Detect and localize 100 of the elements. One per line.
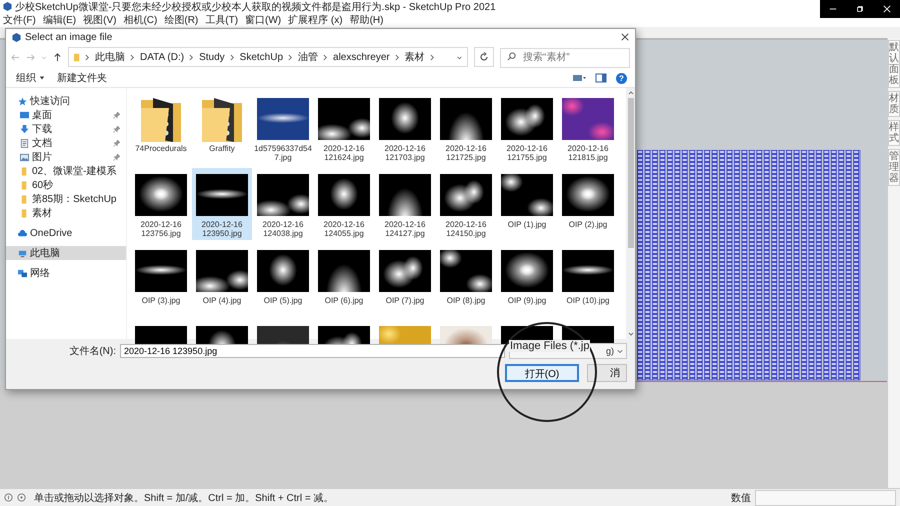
file-item[interactable]: Graffity bbox=[192, 92, 252, 164]
breadcrumb-item[interactable]: SketchUp bbox=[240, 52, 284, 62]
file-item[interactable]: OIP (4).jpg bbox=[192, 244, 252, 316]
pin-icon[interactable] bbox=[113, 126, 120, 132]
menu-item[interactable]: 窗口(W) bbox=[245, 13, 282, 27]
pin-icon[interactable] bbox=[113, 112, 120, 118]
menu-item[interactable]: 绘图(R) bbox=[164, 13, 198, 27]
file-item[interactable]: OIP (7).jpg bbox=[375, 244, 435, 316]
nav-item[interactable]: 第85期：SketchUp bbox=[6, 192, 126, 206]
menu-item[interactable]: 文件(F) bbox=[3, 13, 36, 27]
open-button[interactable]: 打开(O) bbox=[505, 364, 579, 382]
file-name: OIP (3).jpg bbox=[140, 296, 182, 305]
menu-item[interactable]: 视图(V) bbox=[83, 13, 116, 27]
menu-item[interactable]: 相机(C) bbox=[123, 13, 158, 27]
file-name: OIP (8).jpg bbox=[446, 296, 486, 305]
scroll-down-icon[interactable] bbox=[626, 331, 634, 337]
file-name: OIP (2).jpg bbox=[568, 220, 608, 229]
organize-button[interactable]: 组织 bbox=[14, 71, 47, 85]
menu-item[interactable]: 帮助(H) bbox=[350, 13, 384, 27]
nav-item[interactable]: 快速访问 bbox=[6, 94, 126, 108]
file-item[interactable]: OIP (6).jpg bbox=[314, 244, 374, 316]
pin-icon[interactable] bbox=[113, 154, 120, 160]
search-icon bbox=[507, 52, 516, 61]
address-bar[interactable]: 此电脑 DATA (D:) Study SketchUp 油管 alexschreyer 素材 bbox=[68, 47, 468, 67]
preview-pane-icon[interactable] bbox=[594, 73, 608, 83]
nav-item[interactable]: OneDrive bbox=[6, 226, 126, 240]
tray-tab[interactable]: 默认面板 bbox=[888, 40, 900, 88]
nav-item[interactable]: 此电脑 bbox=[6, 246, 126, 260]
nav-label: 图片 bbox=[32, 150, 52, 164]
file-item[interactable]: OIP (8).jpg bbox=[436, 244, 496, 316]
breadcrumb-item[interactable]: Study bbox=[199, 52, 225, 62]
file-item[interactable]: 1d57596337d547.jpg bbox=[253, 92, 313, 164]
breadcrumb-item[interactable]: DATA (D:) bbox=[140, 52, 184, 62]
nav-item[interactable]: 60秒 bbox=[6, 178, 126, 192]
close-icon[interactable] bbox=[621, 33, 629, 41]
hint-icon[interactable] bbox=[4, 493, 13, 502]
help-button[interactable]: ? bbox=[616, 72, 627, 84]
up-arrow-icon[interactable] bbox=[53, 52, 62, 62]
file-item[interactable]: 2020-12-16 123950.jpg bbox=[192, 168, 252, 240]
file-item[interactable]: OIP (3).jpg bbox=[131, 244, 191, 316]
file-item[interactable]: 2020-12-16 124038.jpg bbox=[253, 168, 313, 240]
file-item[interactable]: 2020-12-16 121703.jpg bbox=[375, 92, 435, 164]
nav-item[interactable]: 02、微课堂-建模系 bbox=[6, 164, 126, 178]
nav-item[interactable]: 文档 bbox=[6, 136, 126, 150]
file-item[interactable]: 2020-12-16 121755.jpg bbox=[497, 92, 557, 164]
tray-tab[interactable]: 材质 bbox=[888, 91, 900, 117]
search-field[interactable]: 搜索“素材” bbox=[500, 48, 630, 68]
folder-icon bbox=[74, 52, 80, 62]
file-name: 2020-12-16 124150.jpg bbox=[444, 220, 488, 238]
menu-item[interactable]: 编辑(E) bbox=[42, 13, 76, 27]
value-label: 数值 bbox=[731, 492, 751, 504]
file-item[interactable]: OIP (10).jpg bbox=[558, 244, 618, 316]
breadcrumb-item[interactable]: alexschreyer bbox=[333, 52, 390, 62]
file-name-field[interactable]: 2020-12-16 123950.jpg bbox=[120, 344, 505, 358]
file-item[interactable]: 2020-12-16 121815.jpg bbox=[558, 92, 618, 164]
breadcrumb-item[interactable]: 素材 bbox=[404, 50, 425, 64]
pin-icon[interactable] bbox=[113, 140, 120, 146]
file-item[interactable]: 2020-12-16 124055.jpg bbox=[314, 168, 374, 240]
new-folder-button[interactable]: 新建文件夹 bbox=[55, 71, 109, 85]
nav-item[interactable]: 网络 bbox=[6, 266, 126, 280]
nav-label: OneDrive bbox=[30, 228, 72, 238]
tray-tab[interactable]: 管理器 bbox=[888, 149, 900, 186]
menu-item[interactable]: 工具(T) bbox=[205, 13, 238, 27]
tray-tab[interactable]: 样式 bbox=[888, 120, 900, 146]
breadcrumb-item[interactable]: 油管 bbox=[298, 50, 318, 64]
cancel-button[interactable]: 消 bbox=[587, 364, 627, 382]
chevron-right-icon bbox=[130, 54, 135, 60]
file-item[interactable]: 2020-12-16 124150.jpg bbox=[436, 168, 496, 240]
scroll-up-icon[interactable] bbox=[626, 90, 634, 96]
file-item[interactable]: 2020-12-16 124127.jpg bbox=[375, 168, 435, 240]
breadcrumb-item[interactable]: 此电脑 bbox=[95, 50, 125, 64]
file-item[interactable]: 2020-12-16 121624.jpg bbox=[314, 92, 374, 164]
status-text: 单击或拖动以选择对象。Shift = 加/减。Ctrl = 加。Shift + Ctrl = 减。 bbox=[34, 492, 334, 504]
file-item[interactable]: OIP (2).jpg bbox=[558, 168, 618, 240]
value-field[interactable] bbox=[755, 490, 896, 506]
refresh-button[interactable] bbox=[474, 47, 494, 67]
file-item[interactable]: 2020-12-16 121725.jpg bbox=[436, 92, 496, 164]
file-item[interactable]: OIP (9).jpg bbox=[497, 244, 557, 316]
scrollbar[interactable] bbox=[626, 88, 635, 339]
nav-item[interactable]: 素材 bbox=[6, 206, 126, 220]
file-item[interactable]: 74Procedurals bbox=[131, 92, 191, 164]
nav-label: 02、微课堂-建模系 bbox=[32, 164, 116, 178]
nav-item[interactable]: 下载 bbox=[6, 122, 126, 136]
chevron-down-icon bbox=[617, 348, 623, 354]
nav-item[interactable]: 桌面 bbox=[6, 108, 126, 122]
file-name: OIP (1).jpg bbox=[506, 220, 548, 229]
info-icon[interactable] bbox=[17, 493, 26, 502]
file-item[interactable]: 2020-12-16 123756.jpg bbox=[131, 168, 191, 240]
file-item[interactable]: OIP (5).jpg bbox=[253, 244, 313, 316]
file-item[interactable]: OIP (1).jpg bbox=[497, 168, 557, 240]
view-icon[interactable] bbox=[572, 73, 586, 83]
nav-item[interactable]: 图片 bbox=[6, 150, 126, 164]
file-name: 2020-12-16 124038.jpg bbox=[262, 220, 304, 238]
menu-item[interactable]: 扩展程序 (x) bbox=[288, 13, 343, 27]
restore-icon[interactable] bbox=[856, 5, 864, 13]
file-name: 2020-12-16 121755.jpg bbox=[506, 144, 548, 162]
file-name: OIP (6).jpg bbox=[324, 296, 364, 305]
file-name: 1d57596337d547.jpg bbox=[254, 144, 312, 162]
chevron-down-icon[interactable] bbox=[457, 54, 462, 60]
dialog-title: Select an image file bbox=[25, 32, 112, 42]
